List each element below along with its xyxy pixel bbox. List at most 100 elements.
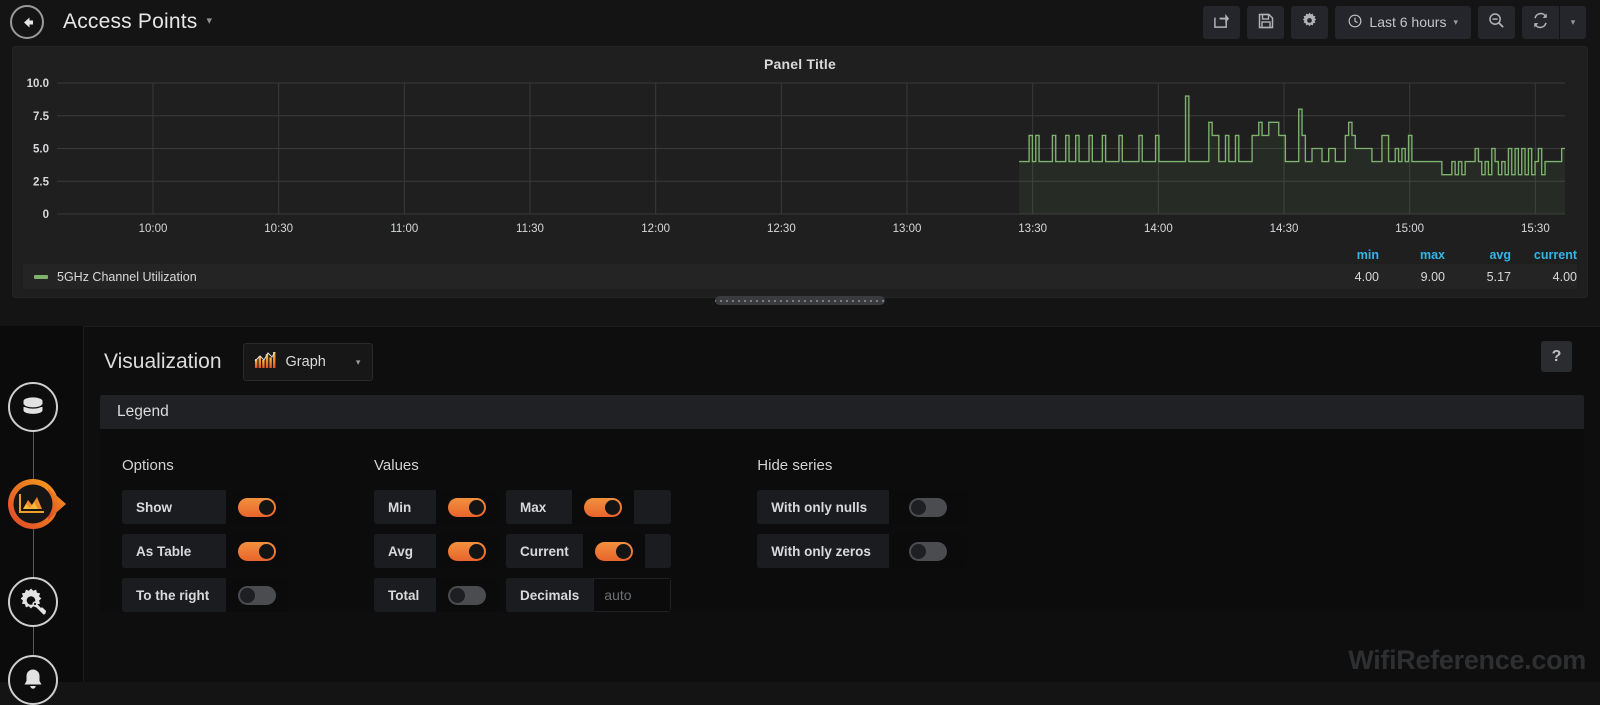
svg-text:0: 0 bbox=[43, 209, 49, 221]
toolbar: Last 6 hours ▾ ▾ bbox=[1203, 0, 1586, 44]
visualization-type-select[interactable]: Graph ▾ bbox=[242, 343, 373, 381]
field-legend-to-the-right: To the right bbox=[122, 578, 288, 612]
legend-series-row[interactable]: 5GHz Channel Utilization 4.00 9.00 5.17 … bbox=[23, 264, 1577, 289]
legend-series-label[interactable]: 5GHz Channel Utilization bbox=[57, 270, 197, 284]
svg-text:10.0: 10.0 bbox=[27, 78, 49, 90]
graph-svg: 0 2.5 5.0 7.5 10.0 10:00 10:30 11:00 11:30 12:00 1… bbox=[27, 78, 1565, 235]
field-value-current: Current bbox=[506, 534, 672, 568]
toggle-value-min[interactable] bbox=[448, 497, 486, 517]
legend-col-max[interactable]: max bbox=[1379, 248, 1445, 262]
toggle-legend-to-the-right[interactable] bbox=[238, 585, 276, 605]
toggle-knob bbox=[469, 499, 484, 515]
sidebar-item-alert[interactable] bbox=[8, 655, 58, 705]
field-legend-show: Show bbox=[122, 490, 288, 524]
toggle-legend-as-table[interactable] bbox=[238, 541, 276, 561]
legend-section: Legend Options Show As Table To the righ… bbox=[100, 395, 1584, 612]
field-hide-only-nulls: With only nulls bbox=[757, 490, 968, 524]
legend-col-current[interactable]: current bbox=[1511, 248, 1577, 262]
zoom-out-button[interactable] bbox=[1478, 5, 1515, 39]
refresh-button[interactable] bbox=[1522, 5, 1559, 39]
decimals-input[interactable] bbox=[593, 578, 672, 612]
toggle-legend-show[interactable] bbox=[238, 497, 276, 517]
toggle-knob bbox=[240, 587, 255, 603]
refresh-icon bbox=[1532, 12, 1549, 32]
toggle-hide-only-zeros[interactable] bbox=[909, 541, 948, 561]
svg-text:12:00: 12:00 bbox=[641, 223, 670, 235]
panel-resize-handle[interactable] bbox=[715, 296, 885, 305]
sidebar-item-queries[interactable] bbox=[8, 382, 58, 432]
zoom-out-icon bbox=[1488, 12, 1505, 32]
legend-value-min: 4.00 bbox=[1354, 269, 1379, 284]
field-label: Show bbox=[122, 490, 226, 524]
field-label: With only zeros bbox=[757, 534, 890, 568]
help-button[interactable]: ? bbox=[1541, 341, 1572, 372]
svg-text:11:30: 11:30 bbox=[516, 223, 544, 235]
svg-text:2.5: 2.5 bbox=[33, 176, 50, 188]
clock-icon bbox=[1348, 14, 1362, 31]
page-title[interactable]: Access Points bbox=[63, 10, 198, 34]
visualization-type-label: Graph bbox=[285, 354, 326, 370]
graph-plot-area[interactable]: 0 2.5 5.0 7.5 10.0 10:00 10:30 11:00 11:30 12:00 1… bbox=[13, 75, 1587, 235]
toggle-knob bbox=[259, 499, 274, 515]
field-label: Max bbox=[506, 490, 572, 524]
share-icon bbox=[1213, 12, 1230, 32]
field-hide-only-zeros: With only zeros bbox=[757, 534, 968, 568]
hide-series-group-title: Hide series bbox=[757, 457, 833, 474]
chevron-down-icon[interactable]: ▾ bbox=[207, 14, 213, 27]
svg-text:13:00: 13:00 bbox=[893, 223, 922, 235]
legend-section-title: Legend bbox=[100, 395, 1584, 429]
field-label: Total bbox=[374, 578, 436, 612]
panel-settings-button[interactable] bbox=[1291, 5, 1329, 39]
legend-col-min[interactable]: min bbox=[1313, 248, 1379, 262]
options-group: Options Show As Table To the right bbox=[122, 457, 288, 612]
series-color-swatch[interactable] bbox=[34, 274, 48, 279]
time-range-picker[interactable]: Last 6 hours ▾ bbox=[1335, 5, 1471, 39]
back-button[interactable] bbox=[10, 5, 44, 39]
save-icon bbox=[1258, 13, 1274, 32]
bell-icon bbox=[20, 667, 46, 693]
svg-text:5.0: 5.0 bbox=[33, 144, 49, 156]
options-group-title: Options bbox=[122, 457, 174, 474]
legend-col-avg[interactable]: avg bbox=[1445, 248, 1511, 262]
field-value-avg: Avg bbox=[374, 534, 498, 568]
field-value-min: Min bbox=[374, 490, 498, 524]
refresh-control: ▾ bbox=[1522, 5, 1586, 39]
svg-text:7.5: 7.5 bbox=[33, 111, 50, 123]
sidebar-rail bbox=[33, 392, 34, 682]
panel-title[interactable]: Panel Title bbox=[13, 47, 1587, 72]
sidebar-item-general[interactable] bbox=[8, 577, 58, 627]
refresh-interval-dropdown[interactable]: ▾ bbox=[1560, 5, 1586, 39]
watermark: WifiReference.com bbox=[1348, 645, 1586, 675]
toggle-value-total[interactable] bbox=[448, 585, 486, 605]
toggle-value-current[interactable] bbox=[594, 541, 633, 561]
toggle-value-avg[interactable] bbox=[448, 541, 486, 561]
share-button[interactable] bbox=[1203, 5, 1241, 39]
toggle-knob bbox=[605, 499, 620, 515]
chevron-down-icon: ▾ bbox=[355, 356, 361, 367]
field-value-max: Max bbox=[506, 490, 672, 524]
field-decimals: Decimals bbox=[506, 578, 672, 612]
toggle-value-max[interactable] bbox=[584, 497, 622, 517]
save-button[interactable] bbox=[1247, 5, 1285, 39]
chevron-down-icon: ▾ bbox=[1570, 16, 1576, 27]
field-label: As Table bbox=[122, 534, 226, 568]
sidebar-item-visualization[interactable] bbox=[8, 479, 66, 529]
toggle-knob bbox=[259, 543, 274, 559]
legend-value-current: 4.00 bbox=[1552, 269, 1577, 284]
toggle-hide-only-nulls[interactable] bbox=[909, 497, 948, 517]
svg-text:14:30: 14:30 bbox=[1270, 223, 1299, 235]
toggle-knob bbox=[450, 587, 465, 603]
toggle-knob bbox=[615, 543, 631, 559]
gear-icon bbox=[1301, 12, 1318, 32]
field-value-total: Total bbox=[374, 578, 498, 612]
arrow-left-icon bbox=[19, 14, 36, 31]
legend-series-cell[interactable]: 5GHz Channel Utilization bbox=[23, 270, 1313, 284]
field-label: With only nulls bbox=[757, 490, 890, 524]
legend-value-avg: 5.17 bbox=[1486, 269, 1511, 284]
legend-header-row: min max avg current bbox=[23, 248, 1577, 264]
graph-panel: Panel Title 0 2.5 5.0 7.5 10.0 10:00 10:30 11:0… bbox=[12, 46, 1588, 298]
toggle-knob bbox=[469, 543, 484, 559]
svg-text:12:30: 12:30 bbox=[767, 223, 796, 235]
svg-text:15:00: 15:00 bbox=[1395, 223, 1424, 235]
legend-value-max: 9.00 bbox=[1420, 269, 1445, 284]
